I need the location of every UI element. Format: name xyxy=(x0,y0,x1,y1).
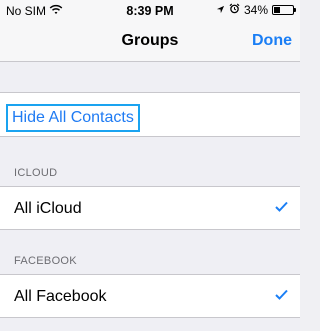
section-header-facebook: FACEBOOK xyxy=(14,255,77,267)
checkmark-icon xyxy=(275,199,288,215)
status-right: 34% xyxy=(216,3,296,17)
section-header-icloud: ICLOUD xyxy=(14,167,58,179)
group-label: All Facebook xyxy=(14,288,107,305)
battery-icon xyxy=(272,5,296,15)
location-arrow-icon xyxy=(216,3,225,17)
bottom-spacer xyxy=(0,318,300,331)
status-bar: No SIM 8:39 PM 34% xyxy=(0,0,300,22)
checkmark-icon xyxy=(275,287,288,303)
alarm-clock-icon xyxy=(229,3,240,17)
group-label: All iCloud xyxy=(14,200,82,217)
battery-fill xyxy=(274,7,280,13)
navigation-bar: Groups Done xyxy=(0,22,300,62)
spacer xyxy=(0,62,300,92)
groups-screen: No SIM 8:39 PM 34% Groups Done Hide All … xyxy=(0,0,300,331)
hide-all-contacts-button[interactable]: Hide All Contacts xyxy=(6,104,140,132)
hide-all-contacts-label: Hide All Contacts xyxy=(12,109,134,126)
hide-all-row[interactable]: Hide All Contacts xyxy=(0,92,300,137)
group-row-all-icloud[interactable]: All iCloud xyxy=(0,186,300,230)
battery-percent: 34% xyxy=(243,3,268,17)
done-button[interactable]: Done xyxy=(252,32,292,50)
group-row-all-facebook[interactable]: All Facebook xyxy=(0,274,300,318)
